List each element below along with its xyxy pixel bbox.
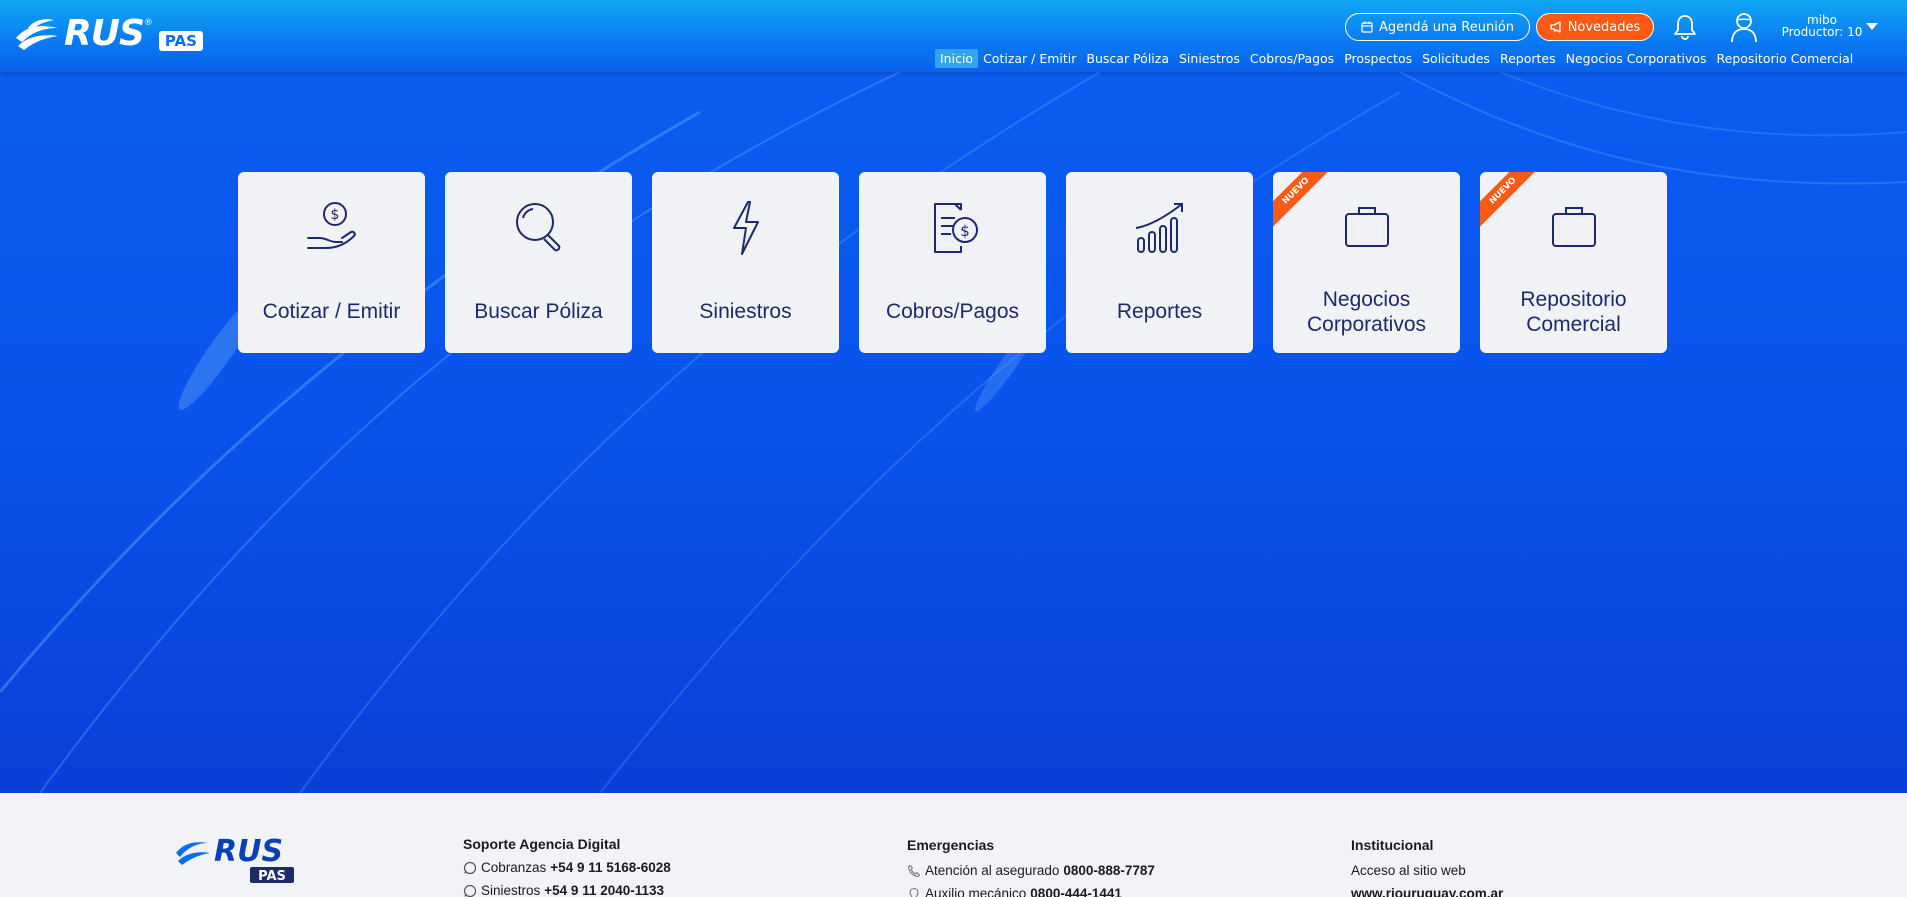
bar-chart-icon (1135, 203, 1183, 253)
new-ribbon: NUEVO (1480, 172, 1542, 230)
svg-text:$: $ (330, 207, 339, 223)
whatsapp-icon (463, 884, 477, 897)
card-label: Cobros/Pagos (885, 300, 1020, 323)
wave-logo-icon (16, 19, 58, 50)
card-siniestros[interactable]: Siniestros (652, 172, 839, 353)
footer-wave-logo-icon: RUS PAS (176, 834, 294, 884)
footer-institutional: Institucional Acceso al sitio web www.ri… (1351, 837, 1503, 897)
footer-emergencies: Emergencias Atención al asegurado 0800-8… (907, 837, 1155, 897)
support-line-label: Siniestros (481, 883, 541, 897)
support-line-value: +54 9 11 5168-6028 (550, 860, 671, 875)
card-label: Reportes (1116, 300, 1203, 323)
card-label-line1: Repositorio (1520, 288, 1627, 311)
notifications-bell-icon[interactable] (1672, 13, 1698, 41)
brand-registered-mark: ® (143, 18, 153, 28)
nav-item-buscar-poliza[interactable]: Buscar Póliza (1081, 49, 1174, 68)
megaphone-icon (1550, 21, 1561, 33)
card-label: Cotizar / Emitir (262, 300, 401, 323)
hand-coin-icon: $ (306, 202, 356, 249)
footer-emergency-line[interactable]: Atención al asegurado 0800-888-7787 (907, 863, 1155, 878)
support-line-label: Cobranzas (481, 860, 547, 875)
calendar-icon (1361, 21, 1373, 33)
footer-brand-logo[interactable]: RUS PAS (174, 831, 304, 884)
support-line-value: +54 9 11 2040-1133 (544, 883, 665, 897)
quick-access-cards: $ Cotizar / Emitir Buscar Póliza Siniest… (238, 172, 1667, 353)
brand-logo[interactable]: RUS ® PAS (14, 14, 214, 54)
card-buscar-poliza[interactable]: Buscar Póliza (445, 172, 632, 353)
briefcase-icon (1344, 207, 1389, 247)
card-label: Buscar Póliza (474, 300, 603, 323)
user-avatar-icon[interactable] (1729, 11, 1759, 43)
card-repositorio-comercial[interactable]: NUEVO Repositorio Comercial (1480, 172, 1667, 353)
svg-text:$: $ (960, 222, 970, 240)
card-label: Negocios Corporativos (1273, 287, 1460, 337)
card-cotizar-emitir[interactable]: $ Cotizar / Emitir (238, 172, 425, 353)
location-pin-icon (909, 887, 919, 897)
svg-text:RUS: RUS (214, 834, 283, 869)
footer-institutional-text: Acceso al sitio web (1351, 863, 1466, 878)
new-ribbon: NUEVO (1273, 172, 1335, 230)
nav-item-solicitudes[interactable]: Solicitudes (1417, 49, 1495, 68)
card-negocios-corporativos[interactable]: NUEVO Negocios Corporativos (1273, 172, 1460, 353)
main-nav: Inicio Cotizar / Emitir Buscar Póliza Si… (935, 47, 1858, 69)
brand-name: RUS (64, 13, 145, 54)
nav-item-negocios-corporativos[interactable]: Negocios Corporativos (1561, 49, 1712, 68)
nav-item-siniestros[interactable]: Siniestros (1174, 49, 1245, 68)
nav-item-cotizar-emitir[interactable]: Cotizar / Emitir (978, 49, 1081, 68)
card-label-line1: Negocios (1322, 288, 1411, 311)
svg-text:PAS: PAS (258, 869, 286, 884)
footer-institutional-title: Institucional (1351, 837, 1434, 853)
user-role: Productor: 10 (1781, 25, 1863, 39)
user-menu-caret-icon[interactable] (1866, 23, 1878, 30)
news-label: Novedades (1567, 19, 1641, 35)
nav-item-inicio[interactable]: Inicio (935, 48, 979, 68)
footer-support-line[interactable]: Siniestros +54 9 11 2040-1133 (463, 883, 671, 897)
nav-item-repositorio-comercial[interactable]: Repositorio Comercial (1712, 49, 1859, 68)
card-cobros-pagos[interactable]: $ Cobros/Pagos (859, 172, 1046, 353)
schedule-meeting-button[interactable]: Agendá una Reunión (1345, 13, 1530, 41)
hero-section: $ Cotizar / Emitir Buscar Póliza Siniest… (0, 72, 1907, 793)
card-label: Siniestros (699, 300, 792, 323)
search-icon (515, 203, 560, 252)
emergency-line-value: 0800-444-1441 (1030, 886, 1122, 897)
footer-support-line[interactable]: Cobranzas +54 9 11 5168-6028 (463, 860, 671, 875)
news-button[interactable]: Novedades (1536, 13, 1654, 41)
footer-website-link[interactable]: www.riouruguay.com.ar (1351, 886, 1503, 897)
nav-item-reportes[interactable]: Reportes (1495, 49, 1561, 68)
footer-emergency-line[interactable]: Auxilio mecánico 0800-444-1441 (907, 886, 1155, 897)
emergency-line-label: Atención al asegurado (925, 863, 1060, 878)
footer-support: Soporte Agencia Digital Cobranzas +54 9 … (463, 836, 671, 897)
footer-support-title: Soporte Agencia Digital (463, 836, 621, 852)
schedule-meeting-label: Agendá una Reunión (1378, 19, 1515, 35)
card-label-line2: Corporativos (1306, 313, 1427, 336)
card-label: Repositorio Comercial (1480, 287, 1667, 337)
card-label-line2: Comercial (1526, 313, 1621, 336)
briefcase-icon (1551, 207, 1596, 247)
nav-item-cobros-pagos[interactable]: Cobros/Pagos (1245, 49, 1339, 68)
footer: RUS PAS Soporte Agencia Digital Cobranza… (0, 793, 1907, 897)
nav-item-prospectos[interactable]: Prospectos (1339, 49, 1417, 68)
emergency-line-label: Auxilio mecánico (925, 886, 1027, 897)
whatsapp-icon (463, 861, 477, 874)
card-reportes[interactable]: Reportes (1066, 172, 1253, 353)
phone-icon (907, 864, 921, 877)
user-menu[interactable]: mibo Productor: 10 (1762, 14, 1882, 38)
brand-badge: PAS (158, 31, 203, 51)
lightning-icon (732, 201, 759, 255)
invoice-dollar-icon: $ (933, 203, 978, 253)
emergency-line-value: 0800-888-7787 (1063, 863, 1155, 878)
top-header: RUS ® PAS Agendá una Reunión Novedades m… (0, 0, 1907, 72)
footer-emergencies-title: Emergencias (907, 837, 995, 853)
